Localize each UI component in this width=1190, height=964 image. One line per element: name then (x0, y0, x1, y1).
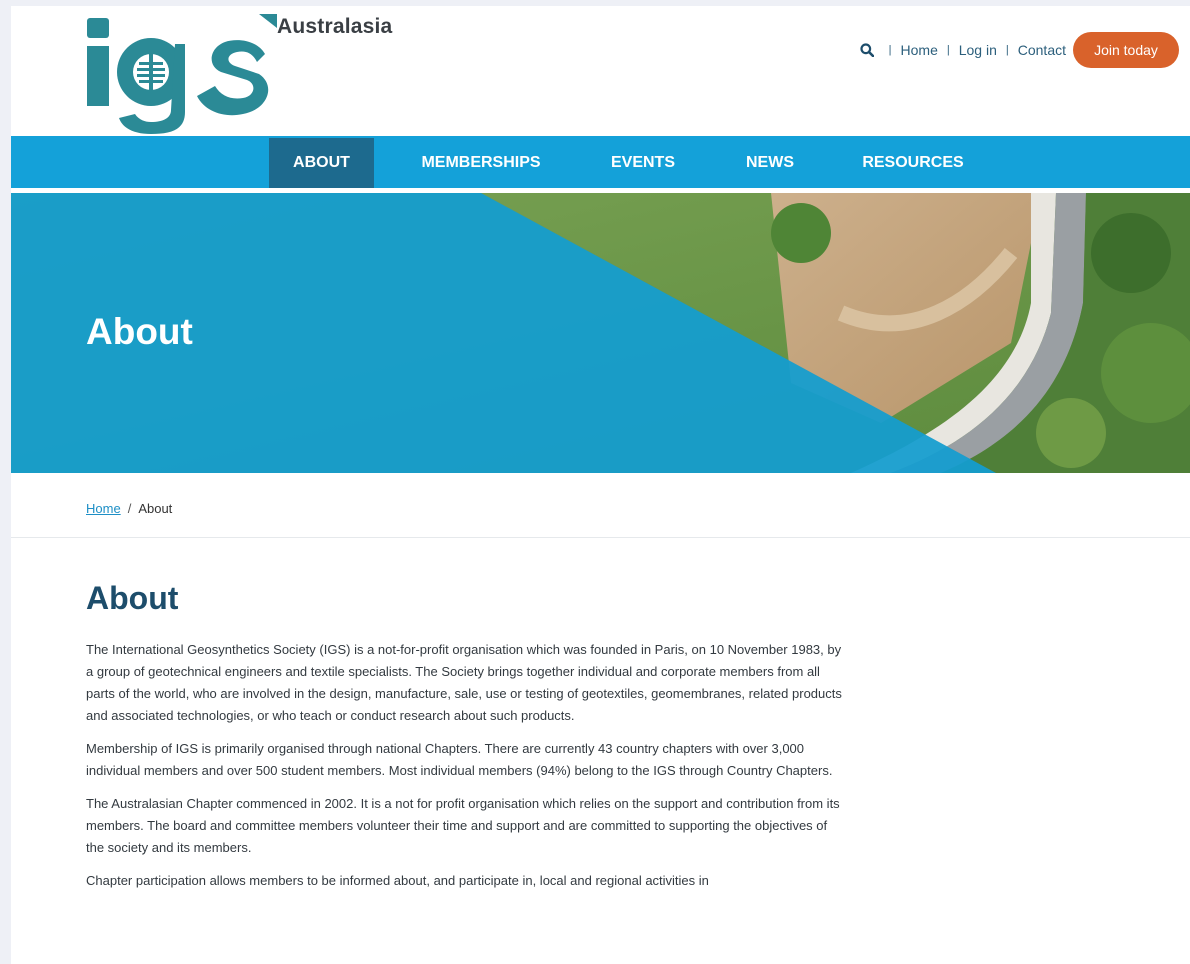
search-icon[interactable] (860, 43, 874, 57)
separator: | (1005, 44, 1009, 56)
igs-logo[interactable] (87, 14, 277, 134)
nav-item-about[interactable]: ABOUT (269, 138, 374, 188)
main-nav: ABOUT MEMBERSHIPS EVENTS NEWS RESOURCES (11, 136, 1190, 188)
nav-item-events[interactable]: EVENTS (593, 138, 693, 188)
paragraph: Chapter participation allows members to … (86, 873, 709, 888)
home-link[interactable]: Home (901, 42, 938, 58)
breadcrumb-current: About (138, 501, 173, 516)
site-header: Australasia | Home | Log in | Contact Jo… (11, 6, 1190, 136)
divider (11, 537, 1190, 538)
login-link[interactable]: Log in (959, 42, 997, 58)
contact-link[interactable]: Contact (1018, 42, 1066, 58)
utility-nav: | Home | Log in | Contact (860, 42, 1066, 58)
breadcrumb-home-link[interactable]: Home (86, 501, 121, 516)
page: Australasia | Home | Log in | Contact Jo… (11, 6, 1190, 964)
main-content: About The International Geosynthetics So… (86, 580, 846, 903)
logo-subtitle: Australasia (277, 15, 393, 38)
nav-item-news[interactable]: NEWS (729, 138, 811, 188)
nav-item-resources[interactable]: RESOURCES (849, 138, 977, 188)
separator: | (888, 44, 892, 56)
breadcrumb: Home / About (86, 501, 172, 516)
hero-title: About (86, 311, 193, 352)
paragraph: The International Geosynthetics Society … (86, 642, 842, 723)
separator: | (946, 44, 950, 56)
hero-banner: About (11, 193, 1190, 473)
paragraph: The Australasian Chapter commenced in 20… (86, 796, 840, 855)
breadcrumb-separator: / (127, 501, 132, 516)
nav-item-memberships[interactable]: MEMBERSHIPS (406, 138, 556, 188)
page-heading: About (86, 580, 179, 616)
paragraph: Membership of IGS is primarily organised… (86, 741, 833, 778)
join-today-button[interactable]: Join today (1073, 32, 1179, 68)
globe-icon (133, 54, 169, 90)
